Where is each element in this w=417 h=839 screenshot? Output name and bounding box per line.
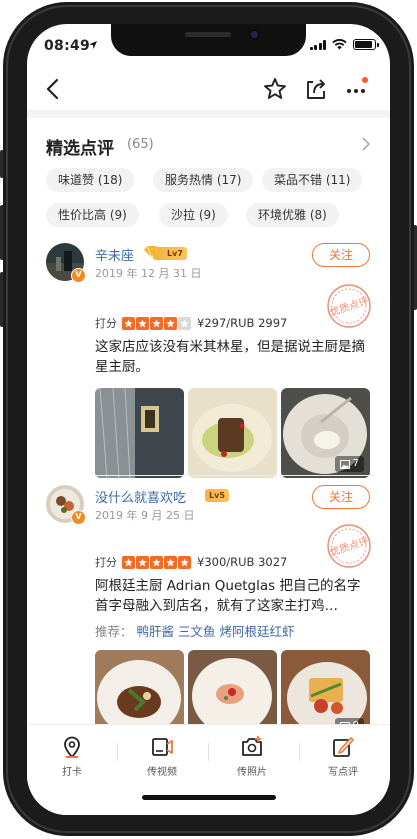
verified-badge-icon: V xyxy=(71,510,86,525)
bottom-bar-separator xyxy=(117,743,118,761)
review-date: 2019 年 12 月 31 日 xyxy=(95,267,202,280)
review-text[interactable]: 阿根廷主厨 Adrian Quetglas 把自己的名字首字母融入到店名，就有了… xyxy=(95,576,373,616)
bottom-bar-label: 打卡 xyxy=(62,767,82,778)
section-count: (65) xyxy=(127,137,154,152)
user-name[interactable]: 没什么就喜欢吃 xyxy=(95,487,186,506)
price-per-person: ¥300/RUB 3027 xyxy=(197,555,288,569)
upload-video-button[interactable]: 传视频 xyxy=(127,735,197,778)
tag-chip[interactable]: 味道赞 (18) xyxy=(46,168,135,192)
recommend-label: 推荐： xyxy=(95,624,133,639)
tag-chip[interactable]: 菜品不错 (11) xyxy=(262,168,363,192)
home-indicator[interactable] xyxy=(142,795,276,800)
verified-badge-icon: V xyxy=(71,268,86,283)
review-date: 2019 年 9 月 25 日 xyxy=(95,509,195,522)
quality-review-stamp: 优质点评 xyxy=(327,284,371,328)
front-camera xyxy=(249,29,260,40)
photo-count-badge: 7 xyxy=(334,456,364,472)
star-icon xyxy=(150,555,163,569)
review-text[interactable]: 这家店应该没有米其林星，但是据说主厨是摘星主厨。 xyxy=(95,337,373,377)
tag-chip[interactable]: 服务热情 (17) xyxy=(153,168,254,192)
recommended-dish[interactable]: 烤阿根廷红虾 xyxy=(220,624,295,639)
review-photo[interactable]: 7 xyxy=(281,388,370,478)
bottom-bar-separator xyxy=(208,743,209,761)
speaker xyxy=(185,32,231,37)
photo-count: 7 xyxy=(352,458,359,469)
upload-photo-button[interactable]: 传照片 xyxy=(217,735,287,778)
star-icon xyxy=(164,316,177,330)
review-divider xyxy=(95,475,373,476)
check-in-button[interactable]: 打卡 xyxy=(37,735,107,778)
edit-review-icon xyxy=(333,737,354,757)
star-icon xyxy=(164,555,177,569)
star-icon xyxy=(136,555,149,569)
share-icon[interactable] xyxy=(303,76,329,102)
star-icon xyxy=(122,316,135,330)
nav-bar xyxy=(27,68,390,110)
follow-button[interactable]: 关注 xyxy=(312,485,370,509)
bottom-action-bar: 打卡 传视频 传照片 写点评 xyxy=(27,724,390,815)
location-arrow-icon xyxy=(88,40,98,53)
location-pin-icon xyxy=(64,736,80,759)
section-divider xyxy=(27,110,390,118)
recommended-dish[interactable]: 三文鱼 xyxy=(178,624,216,639)
star-rating xyxy=(122,555,191,569)
bottom-bar-label: 传视频 xyxy=(147,767,177,778)
user-name[interactable]: 辛未座 xyxy=(95,245,134,264)
review-photo[interactable] xyxy=(95,388,184,478)
tag-chip[interactable]: 环境优雅 (8) xyxy=(246,203,339,227)
phone-frame: 08:49 精选点评 (65) 味道赞 (18) 服务热情 (17) 菜品不错 … xyxy=(0,0,417,839)
review-photos: 7 xyxy=(95,388,372,478)
status-indicators xyxy=(309,39,379,50)
notification-dot xyxy=(362,77,368,83)
back-arrow-icon[interactable] xyxy=(41,76,67,102)
recommended-dishes: 推荐： 鸭肝酱 三文鱼 烤阿根廷红虾 xyxy=(95,621,295,640)
chevron-right-icon xyxy=(362,137,371,151)
camera-plus-icon xyxy=(242,736,262,756)
section-title: 精选点评 xyxy=(46,139,114,159)
tag-chip[interactable]: 沙拉 (9) xyxy=(159,203,228,227)
follow-button[interactable]: 关注 xyxy=(312,243,370,267)
battery-icon xyxy=(353,39,379,50)
star-icon xyxy=(178,555,191,569)
score-label: 打分 xyxy=(95,556,117,569)
notch xyxy=(111,24,306,56)
star-rating xyxy=(122,316,191,330)
tag-chip[interactable]: 性价比高 (9) xyxy=(46,203,139,227)
price-per-person: ¥297/RUB 2997 xyxy=(197,316,288,330)
star-icon xyxy=(122,555,135,569)
cellular-signal-icon xyxy=(309,39,326,50)
star-icon xyxy=(136,316,149,330)
status-time: 08:49 xyxy=(44,38,91,54)
quality-review-stamp: 优质点评 xyxy=(327,524,371,568)
write-review-button[interactable]: 写点评 xyxy=(308,735,378,778)
bottom-bar-label: 写点评 xyxy=(328,767,358,778)
level-badge: Lv7 xyxy=(153,247,187,260)
image-icon xyxy=(339,459,350,469)
score-row: 打分 ¥300/RUB 3027 xyxy=(95,554,287,570)
bottom-bar-label: 传照片 xyxy=(237,767,267,778)
more-options-button[interactable] xyxy=(341,76,371,102)
score-label: 打分 xyxy=(95,317,117,330)
review-photo[interactable] xyxy=(188,388,277,478)
recommended-dish[interactable]: 鸭肝酱 xyxy=(137,624,175,639)
bottom-bar-separator xyxy=(299,743,300,761)
review-card: V 辛未座 Lv7 2019 年 12 月 31 日 关注 优质点评 打分 ¥2… xyxy=(27,243,390,478)
screen: 08:49 精选点评 (65) 味道赞 (18) 服务热情 (17) 菜品不错 … xyxy=(27,24,390,815)
level-badge: Lv5 xyxy=(205,489,229,502)
star-favorite-icon[interactable] xyxy=(262,76,288,102)
review-card: V 没什么就喜欢吃 Lv5 2019 年 9 月 25 日 关注 优质点评 打分 xyxy=(27,485,390,740)
wifi-icon xyxy=(332,39,347,50)
star-icon xyxy=(150,316,163,330)
star-empty-icon xyxy=(178,316,191,330)
video-upload-icon xyxy=(152,738,173,756)
score-row: 打分 ¥297/RUB 2997 xyxy=(95,315,287,331)
reviews-section-header[interactable]: 精选点评 (65) xyxy=(27,128,390,160)
